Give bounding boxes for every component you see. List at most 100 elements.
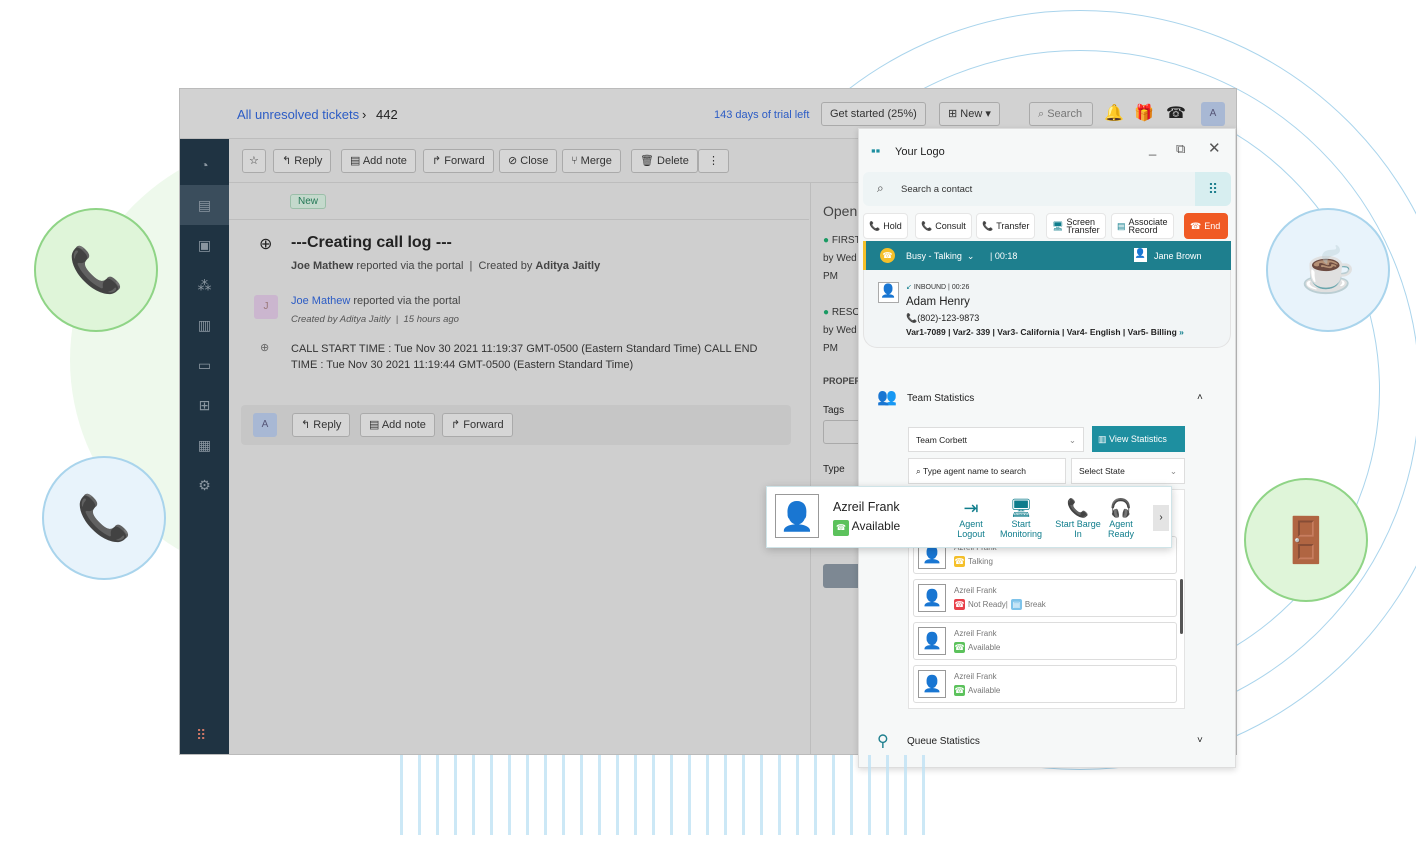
trial-status[interactable]: 143 days of trial left (714, 109, 809, 121)
start-monitoring-button[interactable]: 🖥 Start Monitoring (996, 497, 1046, 539)
settings-icon[interactable]: ⚙ (180, 465, 229, 505)
forward-button[interactable]: ↱ Forward (423, 149, 494, 173)
queue-stats-icon: ⚲ (877, 733, 889, 750)
phone-widget-icon[interactable]: ☎ (1166, 103, 1186, 123)
status-badge: New (290, 194, 327, 209)
get-started-button[interactable]: Get started (25%) (821, 102, 926, 126)
star-button[interactable]: ☆ (242, 149, 266, 173)
contact-search[interactable]: ⌕ Search a contact ⠿ (863, 172, 1231, 206)
more-options-button[interactable]: ⋮ (698, 149, 729, 173)
caller-name: Adam Henry (906, 296, 970, 308)
note-meta: Created by Aditya Jaitly | 15 hours ago (291, 314, 459, 325)
search-icon: ⌕ (877, 181, 884, 195)
add-note-button[interactable]: ▤ Add note (360, 413, 435, 437)
type-label: Type (823, 464, 845, 475)
call-timer: | 00:18 (990, 251, 1018, 261)
tags-label: Tags (823, 405, 845, 416)
next-arrow-button[interactable]: › (1153, 505, 1169, 531)
caller-phone: 📞(802)-123-9873 (906, 313, 980, 323)
popup-agent-status: ☎ Available (833, 519, 900, 536)
sla-info: ● FIRST by Wed PM ● RESO by Wed PM (823, 235, 861, 354)
open-status: Open (823, 203, 858, 219)
agent-row[interactable]: 👤 Azreil Frank ☎ Available (913, 665, 1177, 703)
globe-icon: ⊕ (259, 236, 273, 253)
ticket-id: 442 (376, 107, 398, 122)
collapse-chevron-icon[interactable]: ˄ (1197, 392, 1203, 403)
expand-chevron-icon[interactable]: ˅ (1197, 735, 1203, 746)
knowledge-base-icon[interactable]: ▥ (180, 305, 229, 345)
note-header: Joe Mathew reported via the portal (291, 295, 461, 307)
search-input[interactable]: Search a contact (901, 184, 972, 195)
team-stats-icon: 👥 (877, 389, 897, 406)
transfer-button[interactable]: 📞 Transfer (976, 213, 1036, 239)
chat-icon[interactable]: ▭ (180, 345, 229, 385)
avatar[interactable]: A (1201, 102, 1225, 126)
new-button[interactable]: ⊞ New ▾ (939, 102, 1000, 126)
reply-button[interactable]: ↰ Reply (273, 149, 332, 173)
decor-soundwave (400, 755, 940, 835)
globe-icon: ⊕ (260, 342, 270, 354)
agent-avatar-icon: 👤 (1134, 248, 1147, 262)
view-statistics-button[interactable]: ▥ View Statistics (1092, 426, 1185, 452)
merge-button[interactable]: ⑂ Merge (562, 149, 621, 173)
close-icon[interactable]: ✕ (1208, 139, 1221, 157)
sidebar: ◎ ◔ ▤ ▣ ⁂ ▥ ▭ ⊞ ▦ ⚙ ⠿ (180, 89, 229, 754)
queue-stats-heading[interactable]: Queue Statistics (907, 736, 980, 747)
gift-icon[interactable]: 🎁 (1134, 103, 1154, 123)
logout-door-icon: 🚪 (1244, 478, 1368, 602)
note-avatar: J (254, 295, 278, 319)
start-barge-in-button[interactable]: 📞 Start Barge In (1055, 497, 1101, 539)
coffee-break-icon: ☕ (1266, 208, 1390, 332)
call-log-text: CALL START TIME : Tue Nov 30 2021 11:19:… (291, 343, 758, 371)
update-button[interactable] (823, 564, 863, 588)
talking-icon: ☎ (880, 248, 895, 263)
dialpad-icon[interactable]: ⠿ (1195, 172, 1231, 206)
state-select[interactable]: Select State ⌄ (1071, 458, 1185, 484)
agent-row[interactable]: 👤 Azreil Frank ☎ Available (913, 622, 1177, 660)
tags-input[interactable] (823, 420, 863, 444)
active-call-card: 👤 ↙ INBOUND | 00:26 Adam Henry 📞(802)-12… (863, 270, 1231, 348)
ticket-meta: Joe Mathew reported via the portal | Cre… (291, 260, 601, 272)
search-button[interactable]: ⌕ Search (1029, 102, 1093, 126)
associate-record-button[interactable]: ▤ Associate Record (1111, 213, 1174, 239)
team-stats-heading[interactable]: Team Statistics (907, 393, 974, 404)
agent-ready-button[interactable]: 🎧 Agent Ready (1104, 497, 1138, 539)
status-dropdown[interactable]: Busy - Talking ⌄ (906, 251, 974, 262)
reply-avatar: A (253, 413, 277, 437)
automation-icon[interactable]: ⊞ (180, 385, 229, 425)
end-call-button[interactable]: ☎ End (1184, 213, 1228, 239)
apps-grid-icon[interactable]: ⠿ (196, 727, 206, 744)
scrollbar[interactable] (1180, 579, 1183, 634)
tickets-icon[interactable]: ▤ (180, 185, 229, 225)
agent-avatar: 👤 (775, 494, 819, 538)
agent-logout-button[interactable]: ⇥ Agent Logout (953, 497, 989, 539)
minimize-icon[interactable]: _ (1149, 141, 1156, 156)
add-note-button[interactable]: ▤ Add note (341, 149, 416, 173)
agent-search-input[interactable]: ⌕ Type agent name to search (908, 458, 1066, 484)
agent-name: Jane Brown (1154, 251, 1202, 261)
reports-icon[interactable]: ▦ (180, 425, 229, 465)
consult-button[interactable]: 📞 Consult (915, 213, 972, 239)
caller-avatar: 👤 (878, 282, 899, 303)
dashboard-icon[interactable]: ◔ (180, 145, 229, 185)
reply-bar: A ↰ Reply ▤ Add note ↱ Forward (241, 405, 791, 445)
breadcrumb[interactable]: All unresolved tickets (237, 107, 359, 122)
groups-icon[interactable]: ⁂ (180, 265, 229, 305)
call-declined-icon: 📞 (42, 456, 166, 580)
contacts-icon[interactable]: ▣ (180, 225, 229, 265)
popout-icon[interactable]: ⧉ (1176, 141, 1185, 157)
delete-button[interactable]: 🗑 Delete (631, 149, 698, 173)
team-select[interactable]: Team Corbett ⌄ (908, 427, 1084, 452)
widget-logo: Your Logo (895, 146, 945, 158)
close-button[interactable]: ⊘ Close (499, 149, 558, 173)
call-status-bar: ☎ Busy - Talking ⌄ | 00:18 👤 Jane Brown (863, 241, 1231, 270)
hold-button[interactable]: 📞 Hold (863, 213, 908, 239)
notification-bell-icon[interactable]: 🔔 (1104, 103, 1124, 123)
agent-row[interactable]: 👤 Azreil Frank ☎ Not Ready| ▤ Break (913, 579, 1177, 617)
ticket-title: ---Creating call log --- (291, 234, 452, 251)
reply-button[interactable]: ↰ Reply (292, 413, 351, 437)
forward-button[interactable]: ↱ Forward (442, 413, 513, 437)
screen-transfer-button[interactable]: 🖥 Screen Transfer (1046, 213, 1106, 239)
logo-icon: ▪▪ (871, 143, 881, 158)
popup-agent-name: Azreil Frank (833, 500, 900, 514)
